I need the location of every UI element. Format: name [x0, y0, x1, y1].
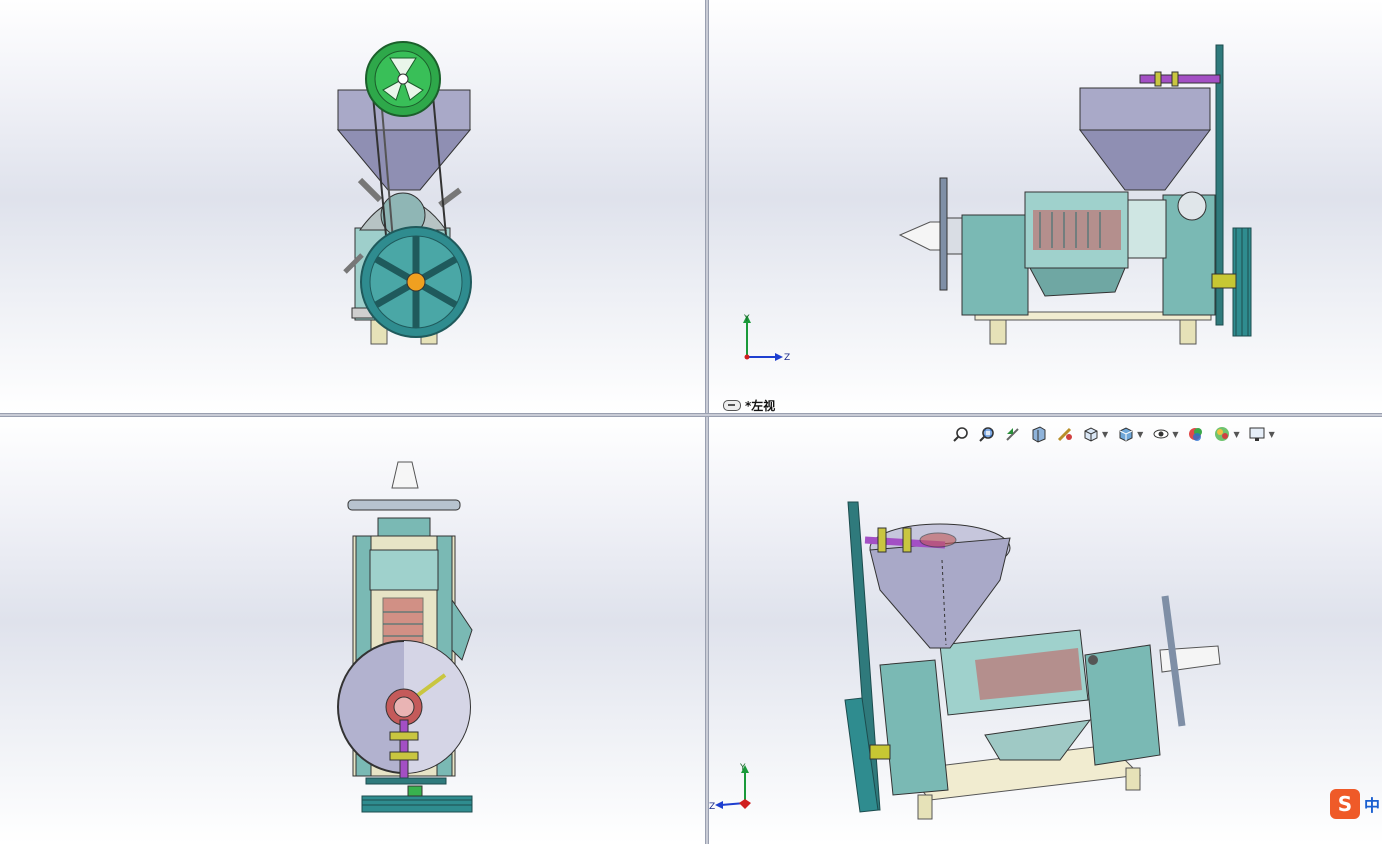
viewport-isometric[interactable]: Y Z: [709, 417, 1382, 844]
front-view-model[interactable]: [0, 0, 705, 413]
display-style-dropdown[interactable]: ▼: [1137, 430, 1143, 439]
triad-y-label: Y: [739, 763, 746, 773]
viewport-front[interactable]: [0, 0, 705, 413]
view-settings-icon[interactable]: [1247, 424, 1268, 445]
edit-appearance-icon[interactable]: [1185, 424, 1206, 445]
sogou-logo-icon: S: [1330, 789, 1360, 819]
section-view-icon[interactable]: [1028, 424, 1049, 445]
dynamic-annotation-views-icon[interactable]: [1054, 424, 1075, 445]
display-style-icon[interactable]: [1115, 424, 1136, 445]
vertical-viewport-splitter[interactable]: [705, 0, 709, 844]
apply-scene-dropdown[interactable]: ▼: [1233, 430, 1239, 439]
coordinate-triad-left-view: Y Z: [743, 314, 790, 363]
ime-indicator[interactable]: S 中: [1330, 788, 1382, 820]
triad-z-label: Z: [784, 353, 790, 363]
viewport-left[interactable]: Y Z: [709, 0, 1382, 413]
hide-show-items-icon[interactable]: [1150, 424, 1171, 445]
zoom-to-fit-icon[interactable]: [950, 424, 971, 445]
zoom-to-area-icon[interactable]: [976, 424, 997, 445]
horizontal-viewport-splitter[interactable]: [0, 413, 1382, 417]
previous-view-icon[interactable]: [1002, 424, 1023, 445]
triad-y-label: Y: [743, 314, 750, 324]
top-view-model[interactable]: [0, 417, 705, 844]
ime-mode-text: 中: [1364, 796, 1381, 815]
viewport-top[interactable]: [0, 417, 705, 844]
heads-up-view-toolbar: ▼ ▼ ▼ ▼ ▼: [950, 422, 1277, 446]
view-orientation-dropdown[interactable]: ▼: [1102, 430, 1108, 439]
apply-scene-icon[interactable]: [1211, 424, 1232, 445]
view-name-text: *左视: [745, 399, 776, 413]
isometric-view-model[interactable]: [709, 417, 1382, 844]
view-name-label: *左视: [723, 397, 775, 414]
view-settings-dropdown[interactable]: ▼: [1269, 430, 1275, 439]
triad-z-label: Z: [709, 802, 715, 812]
link-views-icon[interactable]: [723, 400, 741, 411]
hide-show-items-dropdown[interactable]: ▼: [1172, 430, 1178, 439]
coordinate-triad-isometric: Y Z: [709, 763, 751, 812]
view-orientation-icon[interactable]: [1080, 424, 1101, 445]
